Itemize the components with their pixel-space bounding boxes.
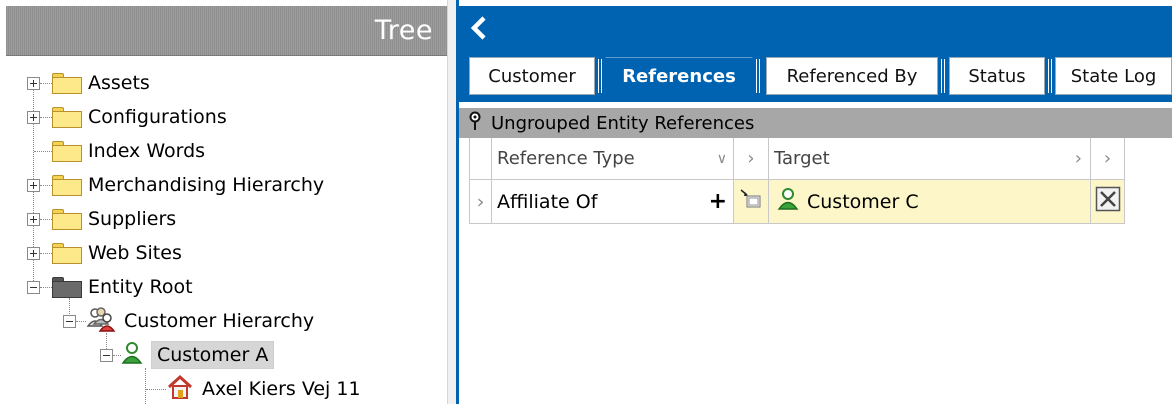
- tab-references[interactable]: References: [605, 57, 753, 95]
- column-header-reference-type[interactable]: Reference Type ∨: [492, 138, 734, 180]
- table-row[interactable]: › Affiliate Of + Customer C: [469, 180, 1171, 224]
- group-title: Ungrouped Entity References: [491, 112, 755, 134]
- customer-group-icon: [86, 306, 116, 337]
- expand-icon[interactable]: [27, 76, 40, 90]
- expand-icon[interactable]: [27, 246, 40, 260]
- collapse-icon[interactable]: [27, 280, 40, 294]
- pin-icon[interactable]: [467, 111, 483, 136]
- customer-icon: [777, 187, 799, 216]
- folder-icon: [52, 242, 82, 264]
- tree-item-customer-hierarchy[interactable]: Customer Hierarchy: [63, 304, 314, 338]
- chevron-down-icon[interactable]: ∨: [717, 151, 727, 167]
- chevron-right-icon[interactable]: ›: [1104, 148, 1111, 169]
- tree-item-entity-root[interactable]: Entity Root: [27, 270, 193, 304]
- tree-item-suppliers[interactable]: Suppliers: [27, 202, 176, 236]
- tree-item-label: Web Sites: [88, 242, 182, 264]
- references-content: Ungrouped Entity References Reference Ty…: [459, 98, 1172, 404]
- house-icon: [166, 374, 194, 404]
- tab-referenced-by[interactable]: Referenced By: [766, 57, 938, 95]
- tree-item-customer-a[interactable]: Customer A: [100, 338, 275, 372]
- folder-icon: [52, 72, 82, 94]
- tree-item-label: Customer A: [151, 341, 275, 369]
- back-chevron-icon[interactable]: [465, 13, 493, 43]
- row-header-cell[interactable]: ›: [469, 180, 492, 224]
- grid-header-row: Reference Type ∨ › Target › ›: [469, 138, 1171, 180]
- tab-status[interactable]: Status: [949, 57, 1045, 95]
- action-column-header[interactable]: ›: [1091, 138, 1125, 180]
- folder-icon: [52, 208, 82, 230]
- collapse-icon[interactable]: [100, 348, 113, 362]
- expand-icon[interactable]: [27, 110, 40, 124]
- tree-item-assets[interactable]: Assets: [27, 66, 150, 100]
- tree-item-web-sites[interactable]: Web Sites: [27, 236, 182, 270]
- tree-item-label: Suppliers: [88, 208, 177, 230]
- remove-icon[interactable]: [1095, 186, 1121, 217]
- reference-type-value: Affiliate Of: [497, 190, 598, 213]
- row-indicator-icon: ›: [476, 190, 485, 213]
- tree-item-label: Index Words: [88, 140, 206, 162]
- tree-item-label: Axel Kiers Vej 11: [202, 378, 361, 400]
- detail-toolbar: [459, 6, 1172, 50]
- expand-icon[interactable]: [27, 212, 40, 226]
- folder-icon: [52, 174, 82, 196]
- reference-type-cell[interactable]: Affiliate Of +: [492, 180, 734, 224]
- customer-icon: [121, 341, 143, 370]
- folder-icon: [52, 276, 82, 298]
- tree-item-label: Merchandising Hierarchy: [88, 174, 325, 196]
- collapse-icon[interactable]: [63, 314, 76, 328]
- panel-splitter[interactable]: [447, 0, 456, 404]
- tree-panel: Tree Assets Configurations Index Words M…: [0, 0, 447, 404]
- tree-item-address[interactable]: Axel Kiers Vej 11: [146, 372, 361, 404]
- tree-item-index-words[interactable]: Index Words: [34, 134, 205, 168]
- tree-item-merchandising-hierarchy[interactable]: Merchandising Hierarchy: [27, 168, 324, 202]
- add-icon[interactable]: +: [709, 189, 727, 214]
- target-cell[interactable]: Customer C: [769, 180, 1091, 224]
- folder-icon: [52, 140, 82, 162]
- tree-title: Tree: [374, 15, 433, 46]
- group-header[interactable]: Ungrouped Entity References: [459, 108, 1172, 138]
- target-value: Customer C: [807, 190, 919, 213]
- tree-header: Tree: [6, 6, 447, 56]
- tab-state-log[interactable]: State Log: [1055, 57, 1172, 95]
- expand-column-header[interactable]: ›: [734, 138, 769, 180]
- tree-item-configurations[interactable]: Configurations: [27, 100, 227, 134]
- tree-item-label: Entity Root: [88, 276, 193, 298]
- browse-target-cell[interactable]: [734, 180, 769, 224]
- column-header-label: Reference Type: [497, 148, 635, 169]
- chevron-right-icon[interactable]: ›: [1075, 148, 1082, 169]
- column-header-target[interactable]: Target ›: [769, 138, 1091, 180]
- tab-customer[interactable]: Customer: [469, 57, 595, 95]
- column-header-label: Target: [774, 148, 830, 169]
- folder-icon: [52, 106, 82, 128]
- tab-strip: Customer References Referenced By Status…: [459, 50, 1172, 98]
- tree-item-label: Configurations: [88, 106, 227, 128]
- tree-item-label: Assets: [88, 72, 150, 94]
- expand-icon[interactable]: [27, 178, 40, 192]
- chevron-right-icon[interactable]: ›: [747, 148, 754, 169]
- browse-target-icon[interactable]: [739, 188, 763, 215]
- remove-reference-cell[interactable]: [1091, 180, 1125, 224]
- detail-panel: Customer References Referenced By Status…: [456, 0, 1172, 404]
- tree-item-label: Customer Hierarchy: [124, 310, 315, 332]
- row-header-cell: [469, 138, 492, 180]
